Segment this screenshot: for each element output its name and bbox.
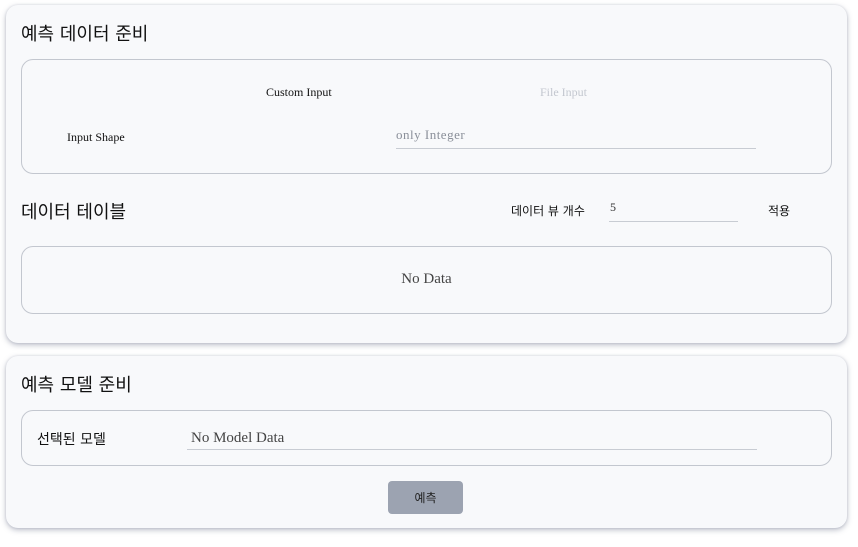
data-table: No Data	[21, 246, 832, 314]
input-config-panel: Custom Input File Input Input Shape	[21, 59, 832, 174]
selected-model-field[interactable]: No Model Data	[187, 423, 757, 450]
selected-model-label: 선택된 모델	[37, 432, 106, 448]
data-table-title: 데이터 테이블	[21, 202, 127, 223]
no-data-message: No Data	[401, 271, 452, 287]
tab-custom-input[interactable]: Custom Input	[266, 85, 332, 100]
prediction-data-card: 예측 데이터 준비 Custom Input File Input Input …	[6, 5, 847, 343]
prediction-model-title: 예측 모델 준비	[21, 375, 132, 396]
model-select-panel: 선택된 모델 No Model Data	[21, 410, 832, 466]
tab-file-input[interactable]: File Input	[540, 85, 587, 100]
prediction-data-title: 예측 데이터 준비	[21, 24, 149, 45]
view-count-label: 데이터 뷰 개수	[511, 204, 585, 218]
input-shape-label: Input Shape	[67, 130, 125, 144]
predict-button[interactable]: 예측	[388, 481, 463, 514]
prediction-model-card: 예측 모델 준비 선택된 모델 No Model Data 예측	[6, 356, 847, 528]
view-count-input[interactable]	[609, 194, 738, 222]
input-shape-field[interactable]	[396, 122, 756, 149]
apply-button[interactable]: 적용	[768, 202, 790, 219]
